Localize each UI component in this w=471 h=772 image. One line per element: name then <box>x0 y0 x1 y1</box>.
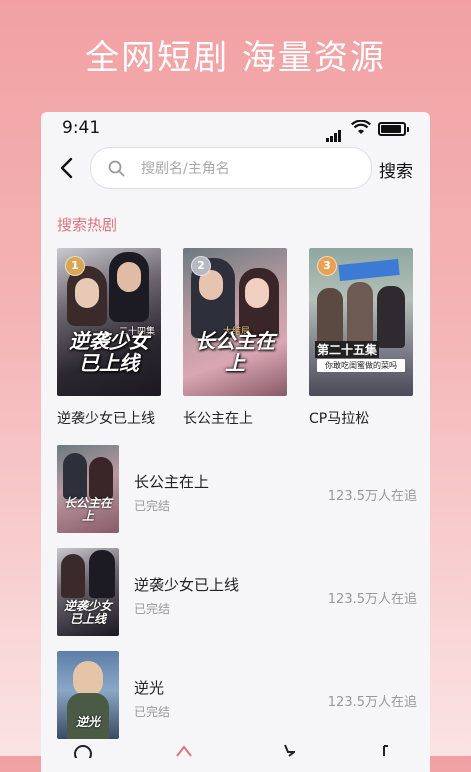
status-time: 9:41 <box>62 118 101 138</box>
hot-drama-card[interactable]: 2 大结局 长公主在上 长公主在上 <box>183 248 287 428</box>
list-item-title: 逆光 <box>134 679 165 697</box>
hot-drama-card[interactable]: 1 二十四集 逆袭少女已上线 逆袭少女已上线 <box>57 248 161 428</box>
list-item-followers: 123.5万人在追 <box>327 695 417 710</box>
list-item[interactable]: 逆袭少女已上线 逆袭少女已上线 已完结 123.5万人在追 <box>57 548 417 638</box>
search-input[interactable] <box>139 148 363 190</box>
drama-cover: 2 大结局 长公主在上 <box>183 248 287 396</box>
list-item[interactable]: 长公主在上 长公主在上 已完结 123.5万人在追 <box>57 445 417 535</box>
rank-badge: 1 <box>65 256 85 276</box>
search-icon <box>108 160 125 177</box>
rank-badge: 2 <box>191 256 211 276</box>
list-item-status: 已完结 <box>134 705 171 719</box>
thumb-title-art: 逆光 <box>75 715 100 729</box>
cover-title-art: 长公主在上 <box>195 329 275 375</box>
thumb-title-art: 长公主在上 <box>63 496 112 523</box>
signal-icon <box>326 123 342 142</box>
list-item-title: 长公主在上 <box>134 473 210 491</box>
list-thumbnail: 长公主在上 <box>57 445 119 533</box>
cover-episode-label: 第二十五集 <box>315 341 380 358</box>
list-item-followers: 123.5万人在追 <box>327 592 417 607</box>
list-item-status: 已完结 <box>134 602 171 616</box>
back-icon[interactable] <box>57 156 77 180</box>
rank-badge: 3 <box>317 256 337 276</box>
battery-icon <box>378 122 409 136</box>
hot-drama-title: 长公主在上 <box>183 411 253 427</box>
hot-drama-card[interactable]: 3 第二十五集 你敢吃闺蜜做的菜吗 CP马拉松 <box>309 248 413 428</box>
hot-drama-title: 逆袭少女已上线 <box>57 411 155 427</box>
list-item[interactable]: 逆光 逆光 已完结 123.5万人在追 <box>57 651 417 741</box>
list-item-followers: 123.5万人在追 <box>327 489 417 504</box>
status-bar: 9:41 <box>41 112 430 144</box>
bottom-tab-bar <box>41 742 430 772</box>
thumb-title-art: 逆袭少女已上线 <box>63 599 112 626</box>
cover-title-art: 逆袭少女已上线 <box>69 329 149 375</box>
phone-screen: 9:41 搜索 搜索热剧 1 二十四集 逆袭少女已上线 <box>41 112 430 772</box>
drama-cover: 3 第二十五集 你敢吃闺蜜做的菜吗 <box>309 248 413 396</box>
list-item-status: 已完结 <box>134 499 171 513</box>
list-thumbnail: 逆光 <box>57 651 119 739</box>
hot-section-title: 搜索热剧 <box>57 216 118 234</box>
list-thumbnail: 逆袭少女已上线 <box>57 548 119 636</box>
search-button[interactable]: 搜索 <box>379 157 413 182</box>
drama-cover: 1 二十四集 逆袭少女已上线 <box>57 248 161 396</box>
list-item-title: 逆袭少女已上线 <box>134 576 240 594</box>
promo-banner-title: 全网短剧 海量资源 <box>85 38 386 78</box>
search-box[interactable] <box>90 147 372 190</box>
hot-drama-title: CP马拉松 <box>309 411 370 427</box>
wifi-icon <box>351 120 371 134</box>
cover-tagline: 你敢吃闺蜜做的菜吗 <box>317 359 405 372</box>
